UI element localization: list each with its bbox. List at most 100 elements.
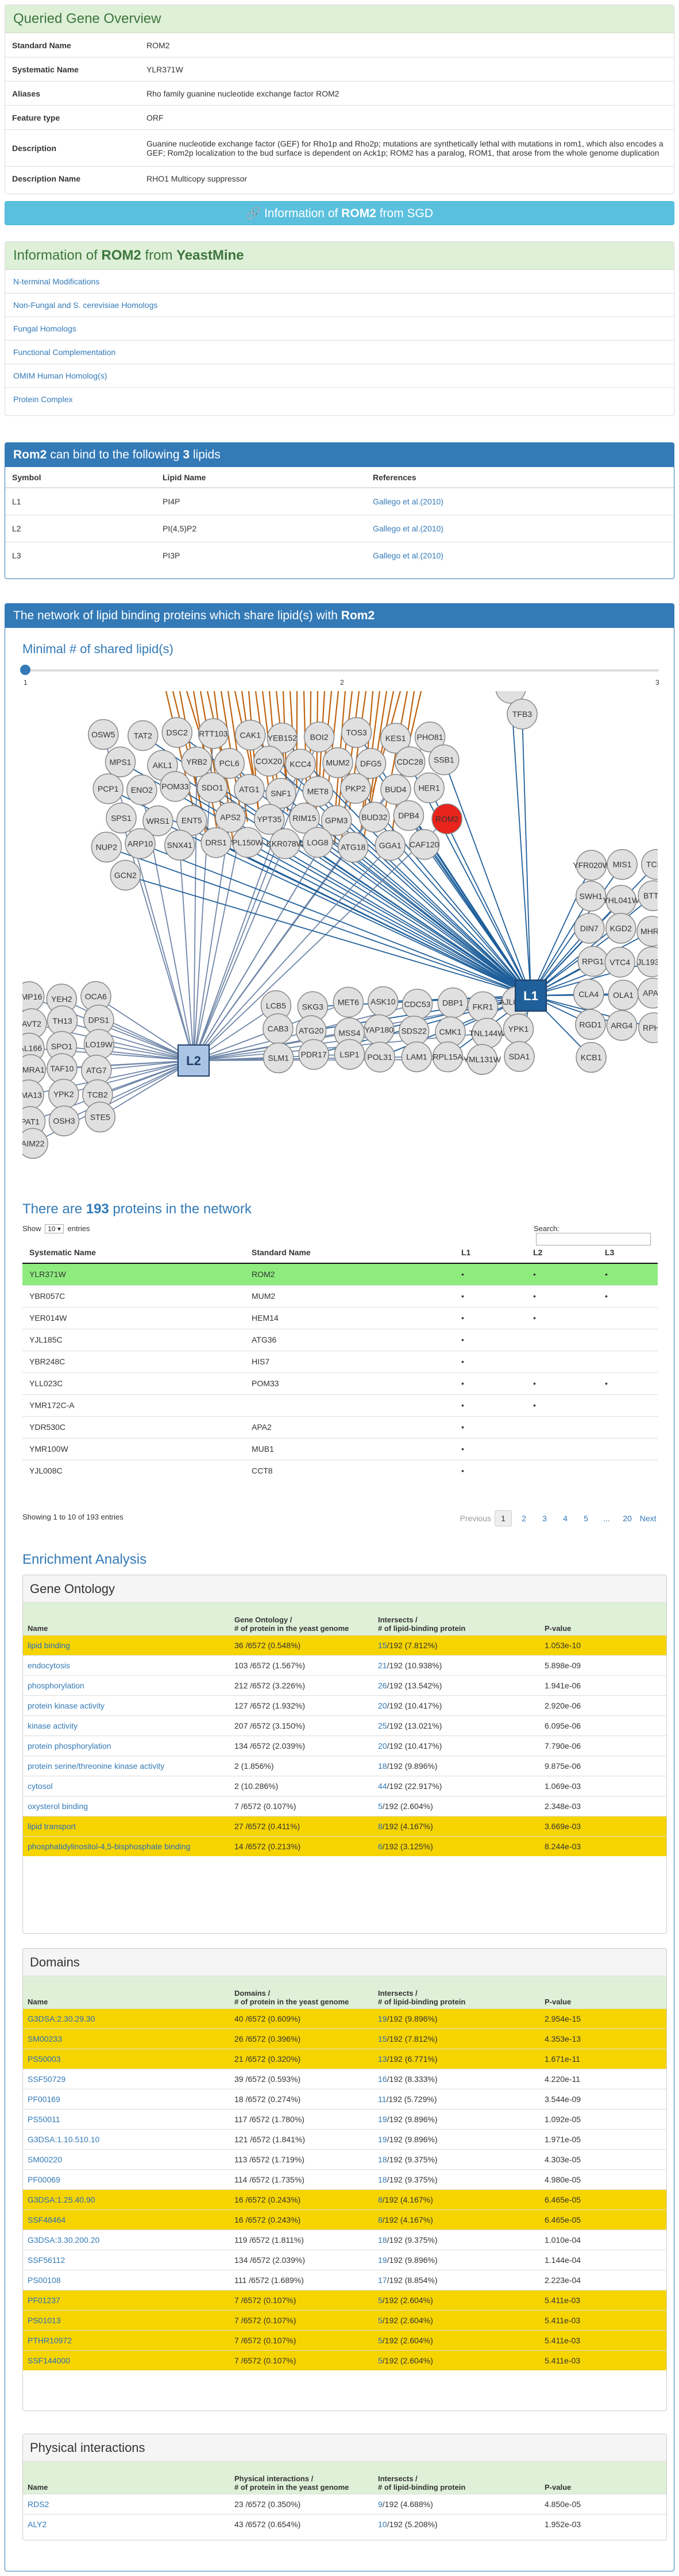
network-node[interactable]: SDS22 (398, 1015, 430, 1047)
enrich-term-link[interactable]: ALY2 (28, 2520, 47, 2529)
protein-row[interactable]: YJL008C CCT8 • (22, 1459, 658, 1482)
network-node[interactable]: GCN2 (110, 859, 141, 891)
network-node[interactable]: DSC2 (161, 717, 192, 748)
intersect-count-link[interactable]: 19 (378, 2115, 387, 2124)
slider-handle[interactable] (20, 665, 30, 675)
enrich-term-link[interactable]: PTHR10972 (28, 2336, 72, 2345)
network-node[interactable]: VTC4 (604, 947, 635, 978)
network-node[interactable]: CAK1 (235, 719, 266, 751)
network-node[interactable]: STE5 (84, 1101, 116, 1133)
shared-lipid-slider[interactable] (24, 669, 659, 672)
enrich-col-header[interactable]: Name (23, 2462, 230, 2494)
intersect-count-link[interactable]: 5 (378, 2316, 383, 2325)
network-node[interactable]: SPS1 (106, 803, 137, 834)
protein-row[interactable]: YMR172C-A • • (22, 1394, 658, 1416)
intersect-count-link[interactable]: 21 (378, 1661, 387, 1670)
network-node[interactable]: FMP16 (22, 981, 45, 1012)
network-node[interactable]: LO19W (83, 1029, 115, 1060)
enrich-term-link[interactable]: lipid binding (28, 1641, 70, 1650)
enrich-col-header[interactable]: Physical interactions / # of protein in t… (230, 2462, 373, 2494)
network-node[interactable]: OLA1 (608, 980, 639, 1011)
network-node[interactable]: SLM1 (263, 1042, 294, 1074)
network-node[interactable]: KGD2 (605, 913, 636, 944)
network-node[interactable]: GGA1 (375, 830, 406, 861)
network-node[interactable]: ROM2 (431, 803, 462, 835)
intersect-count-link[interactable]: 16 (378, 2074, 387, 2084)
network-node[interactable]: BUD32 (359, 801, 390, 833)
intersect-count-link[interactable]: 8 (378, 2195, 383, 2204)
enrich-term-link[interactable]: protein serine/threonine kinase activity (28, 1761, 164, 1771)
hub-node-l1[interactable]: L1 (515, 980, 547, 1012)
enrich-term-link[interactable]: PS01013 (28, 2316, 61, 2325)
network-node[interactable]: ARP10 (125, 828, 156, 859)
col-systematic-name[interactable]: Systematic Name (22, 1241, 245, 1264)
network-node[interactable]: PDR17 (298, 1039, 329, 1070)
yeastmine-link[interactable]: Functional Complementation (5, 340, 674, 364)
lipid-reference-link[interactable]: Gallego et al.(2010) (366, 487, 674, 515)
enrich-term-link[interactable]: RDS2 (28, 2500, 49, 2509)
enrich-term-link[interactable]: G3DSA:2.30.29.30 (28, 2014, 95, 2023)
enrich-col-header[interactable]: Intersects / # of lipid-binding protein (373, 1976, 540, 2008)
intersect-count-link[interactable]: 18 (378, 2175, 387, 2184)
enrich-term-link[interactable]: endocytosis (28, 1661, 70, 1670)
protein-row[interactable]: YBR248C HIS7 • (22, 1350, 658, 1372)
col-l2[interactable]: L2 (526, 1241, 598, 1264)
protein-row[interactable]: YLR371W ROM2 • • • (22, 1263, 658, 1285)
enrich-term-link[interactable]: protein kinase activity (28, 1701, 105, 1710)
pager-item[interactable]: 20 (619, 1514, 636, 1523)
intersect-count-link[interactable]: 19 (378, 2135, 387, 2144)
network-node[interactable]: ATG18 (337, 831, 369, 863)
intersect-count-link[interactable]: 8 (378, 2215, 383, 2224)
protein-row[interactable]: YBR057C MUM2 • • • (22, 1285, 658, 1307)
network-node[interactable]: NUP2 (91, 831, 122, 863)
network-node[interactable]: KCB1 (576, 1042, 607, 1073)
pager-item[interactable]: Next (639, 1514, 657, 1523)
lipid-reference-link[interactable]: Gallego et al.(2010) (366, 514, 674, 542)
col-standard-name[interactable]: Standard Name (245, 1241, 454, 1264)
intersect-count-link[interactable]: 19 (378, 2014, 387, 2023)
network-node[interactable]: YML131W (464, 1044, 501, 1075)
pager-item[interactable]: 1 (495, 1510, 512, 1526)
pager-item[interactable]: 4 (557, 1514, 574, 1523)
network-node[interactable]: TAT2 (128, 720, 159, 751)
intersect-count-link[interactable]: 25 (378, 1721, 387, 1730)
intersect-count-link[interactable]: 10 (378, 2520, 387, 2529)
enrich-col-header[interactable]: Gene Ontology / # of protein in the yeast… (230, 1603, 373, 1635)
enrich-term-link[interactable]: G3DSA:3.30.200.20 (28, 2235, 99, 2245)
network-node[interactable]: YFR020W (573, 850, 611, 881)
pager-item[interactable]: 2 (515, 1514, 533, 1523)
intersect-count-link[interactable]: 5 (378, 2356, 383, 2365)
enrich-term-link[interactable]: G3DSA:1.25.40.90 (28, 2195, 95, 2204)
pager-item[interactable]: 3 (536, 1514, 553, 1523)
network-node[interactable]: CLA4 (573, 978, 604, 1010)
network-node[interactable]: OSH3 (48, 1105, 80, 1136)
intersect-count-link[interactable]: 9 (378, 2500, 383, 2509)
intersect-count-link[interactable]: 20 (378, 1701, 387, 1710)
intersect-count-link[interactable]: 5 (378, 1802, 383, 1811)
intersect-count-link[interactable]: 13 (378, 2054, 387, 2064)
network-node[interactable]: CAB3 (263, 1013, 294, 1044)
yeastmine-link[interactable]: N-terminal Modifications (5, 269, 674, 293)
enrich-term-link[interactable]: PS00108 (28, 2276, 61, 2285)
enrich-term-link[interactable]: cytosol (28, 1781, 53, 1791)
network-node[interactable]: BOI2 (303, 722, 335, 753)
intersect-count-link[interactable]: 11 (378, 2095, 387, 2104)
network-node[interactable]: VMA13 (22, 1079, 44, 1110)
enrich-col-header[interactable]: P-value (540, 2462, 666, 2494)
pager-item[interactable]: Previous (460, 1514, 491, 1523)
network-node[interactable]: SNX41 (164, 830, 195, 861)
hub-node-l2[interactable]: L2 (178, 1044, 210, 1077)
network-node[interactable]: ATG1 (234, 774, 265, 805)
network-node[interactable]: ARG4 (606, 1010, 638, 1041)
yeastmine-link[interactable]: Fungal Homologs (5, 317, 674, 340)
enrich-term-link[interactable]: phosphorylation (28, 1681, 84, 1690)
intersect-count-link[interactable]: 5 (378, 2296, 383, 2305)
col-l3[interactable]: L3 (598, 1241, 658, 1264)
network-node[interactable]: YAP180 (364, 1014, 395, 1046)
page-size-select[interactable]: 10 ▾ (45, 1224, 64, 1233)
network-node[interactable]: DBP1 (437, 987, 469, 1019)
enrich-col-header[interactable]: Intersects / # of lipid-binding protein (373, 2462, 540, 2494)
network-node[interactable]: ENO2 (126, 774, 157, 805)
intersect-count-link[interactable]: 8 (378, 1822, 383, 1831)
network-node[interactable]: CDC53 (402, 989, 433, 1020)
